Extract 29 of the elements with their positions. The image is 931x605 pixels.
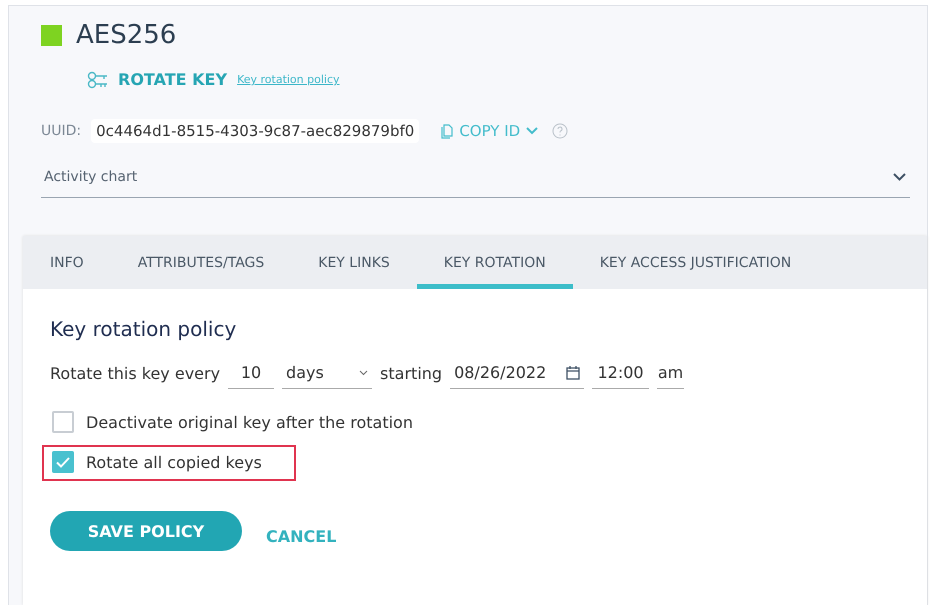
unit-select[interactable]: days [282, 363, 372, 389]
rotate-label: Rotate this key every [50, 364, 220, 385]
keys-icon [87, 70, 109, 88]
tab[interactable]: KEY LINKS [291, 236, 417, 289]
tab[interactable]: ATTRIBUTES/TAGS [110, 236, 292, 289]
activity-chart-dropdown[interactable]: Activity chart [41, 169, 910, 198]
checkbox-label: Deactivate original key after the rotation [86, 412, 413, 432]
chevron-down-icon [526, 127, 538, 135]
activity-chart-label: Activity chart [44, 169, 138, 185]
starting-label: starting [380, 364, 442, 385]
time-field[interactable]: 12:00 [592, 363, 650, 389]
section-heading: Key rotation policy [50, 317, 238, 341]
checkbox[interactable] [52, 451, 74, 473]
calendar-icon [566, 366, 580, 380]
checkbox[interactable] [52, 411, 74, 433]
ampm-select[interactable]: am [657, 363, 684, 389]
uuid-value: 0c4464d1-8515-4303-9c87-aec829879bf0 [91, 119, 420, 143]
date-field[interactable]: 08/26/2022 [450, 363, 584, 389]
tab[interactable]: KEY ROTATION [416, 236, 573, 289]
copy-icon [441, 124, 454, 138]
help-icon[interactable] [552, 123, 568, 139]
key-title: AES256 [76, 20, 176, 50]
tab[interactable]: KEY ACCESS JUSTIFICATION [572, 236, 818, 289]
interval-field[interactable]: 10 [228, 363, 274, 389]
chevron-down-icon [359, 370, 368, 376]
tab[interactable]: INFO [23, 236, 111, 289]
checkbox-label: Rotate all copied keys [86, 452, 262, 472]
check-icon [56, 456, 70, 468]
uuid-label: UUID: [41, 123, 82, 139]
